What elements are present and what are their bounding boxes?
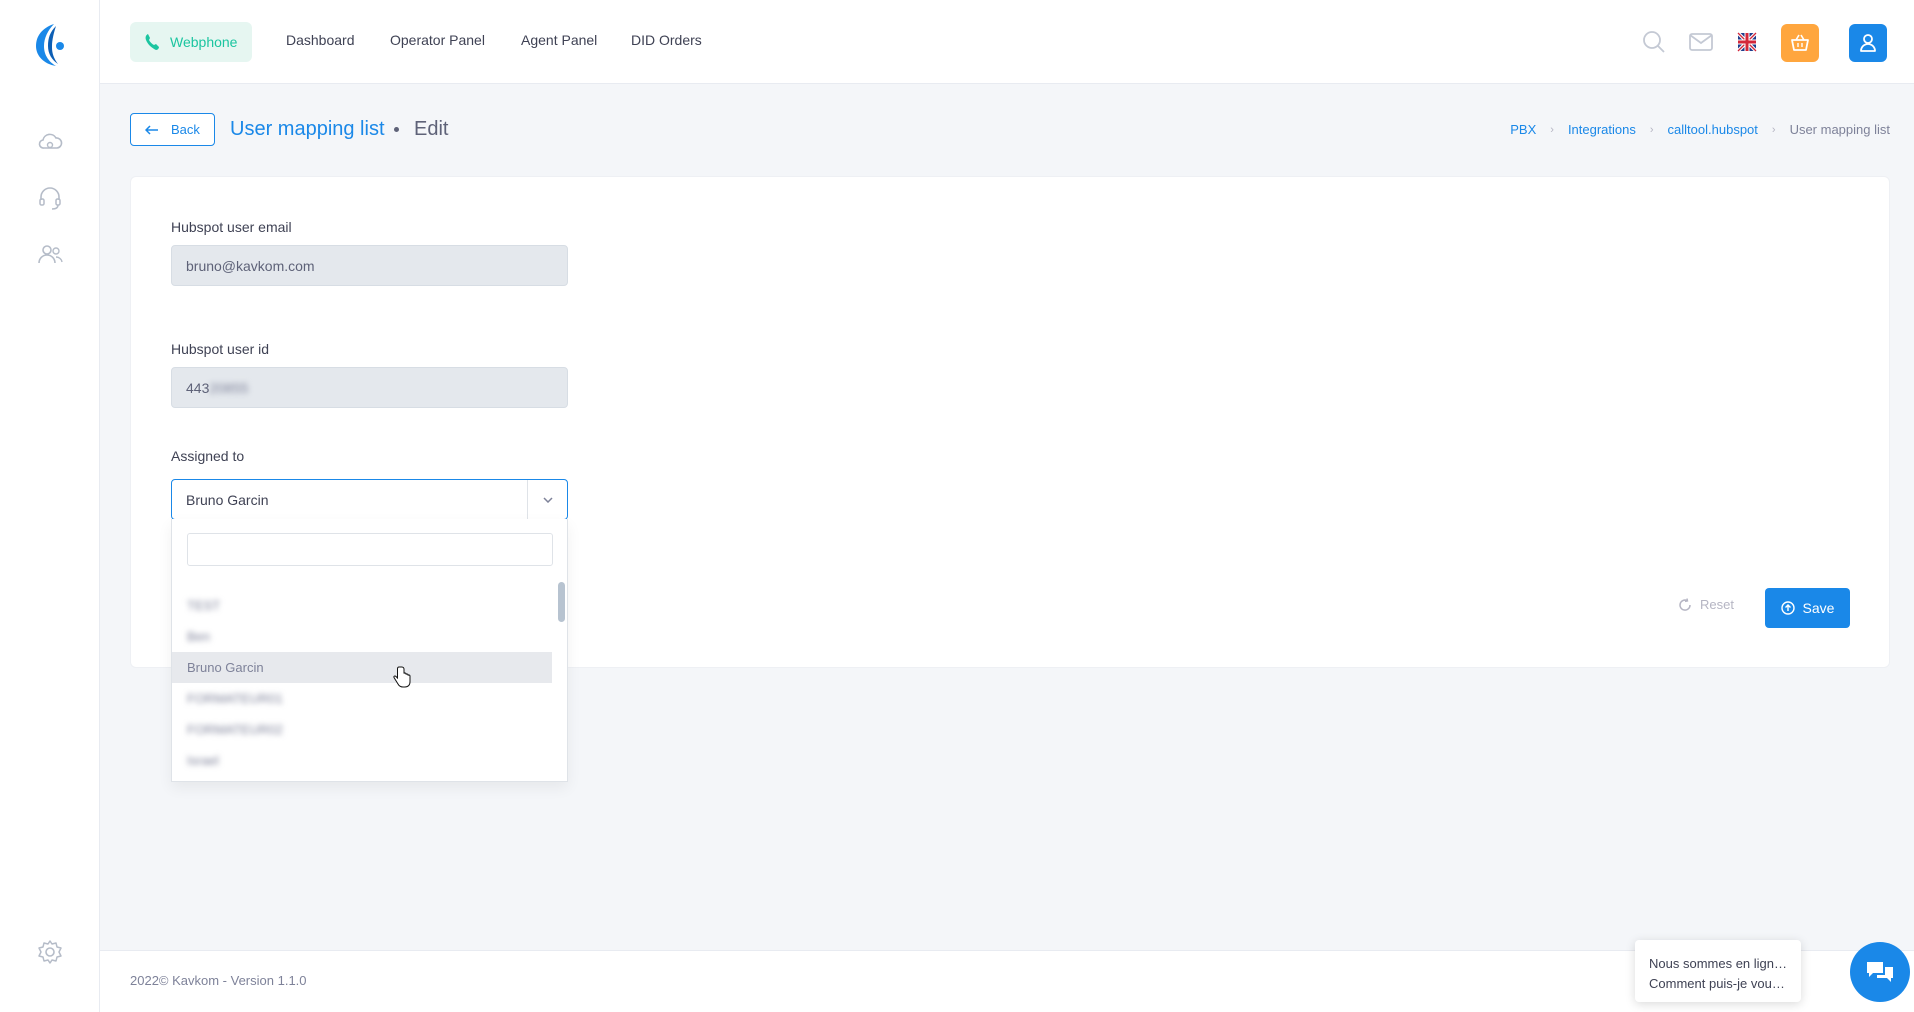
email-field[interactable]: bruno@kavkom.com xyxy=(171,245,568,286)
reset-button[interactable]: Reset xyxy=(1678,597,1734,612)
dropdown-option[interactable]: FORMATEUR01 xyxy=(172,683,560,714)
chevron-right-icon: › xyxy=(1771,123,1776,136)
email-value: bruno@kavkom.com xyxy=(186,257,315,274)
webphone-label: Webphone xyxy=(170,34,238,50)
chat-icon xyxy=(1867,962,1893,982)
save-label: Save xyxy=(1802,600,1835,616)
webphone-button[interactable]: Webphone xyxy=(130,22,252,62)
dropdown-option[interactable]: TEST xyxy=(172,590,560,621)
search-icon[interactable] xyxy=(1640,28,1668,56)
dropdown-search-input[interactable] xyxy=(187,533,553,566)
breadcrumb-integrations[interactable]: Integrations xyxy=(1568,122,1636,137)
dropdown-options: TEST Ben Bruno Garcin FORMATEUR01 FORMAT… xyxy=(172,590,560,776)
chevron-right-icon: › xyxy=(1649,123,1654,136)
userid-field[interactable]: 443 20855 xyxy=(171,367,568,408)
assigned-selected-value: Bruno Garcin xyxy=(186,491,269,508)
sidebar xyxy=(0,0,100,1012)
top-header: Webphone Dashboard Operator Panel Agent … xyxy=(100,0,1914,84)
nav-operator-panel[interactable]: Operator Panel xyxy=(390,32,485,48)
refresh-icon xyxy=(1679,597,1691,611)
chat-line-1: Nous sommes en ligne ! xyxy=(1649,956,1787,971)
settings-gear-icon[interactable] xyxy=(36,938,64,966)
nav-did-orders[interactable]: DID Orders xyxy=(631,32,702,48)
dropdown-option[interactable]: Israel xyxy=(172,745,560,776)
userid-label: Hubspot user id xyxy=(171,341,270,357)
dropdown-option[interactable]: Ben xyxy=(172,621,560,652)
chat-launcher-button[interactable] xyxy=(1850,942,1910,1002)
chat-line-2: Comment puis-je vous aider ? xyxy=(1649,976,1787,991)
uk-flag-icon[interactable] xyxy=(1733,28,1761,56)
breadcrumb: PBX › Integrations › calltool.hubspot › … xyxy=(1510,122,1890,137)
chevron-down-icon[interactable] xyxy=(527,480,567,519)
page-title: User mapping list xyxy=(230,118,385,140)
headset-icon[interactable] xyxy=(36,184,64,212)
users-icon[interactable] xyxy=(36,240,64,268)
userid-value-blurred: 20855 xyxy=(209,379,249,396)
assigned-select[interactable]: Bruno Garcin xyxy=(171,479,568,520)
mail-icon[interactable] xyxy=(1687,28,1715,56)
title-separator-dot xyxy=(394,127,399,132)
user-icon xyxy=(1860,34,1876,52)
cart-button[interactable] xyxy=(1781,24,1819,62)
dropdown-option-selected[interactable]: Bruno Garcin xyxy=(172,652,552,683)
chat-invite-bubble[interactable]: Nous sommes en ligne ! Comment puis-je v… xyxy=(1635,940,1801,1002)
phone-icon xyxy=(145,34,159,50)
breadcrumb-user-mapping-list: User mapping list xyxy=(1789,122,1890,137)
back-button[interactable]: Back xyxy=(130,113,215,146)
nav-agent-panel[interactable]: Agent Panel xyxy=(521,32,597,48)
user-profile-button[interactable] xyxy=(1849,24,1887,62)
assigned-dropdown: TEST Ben Bruno Garcin FORMATEUR01 FORMAT… xyxy=(171,519,568,782)
back-label: Back xyxy=(171,122,200,137)
hand-cursor-icon xyxy=(393,666,411,693)
kavkom-logo[interactable] xyxy=(32,22,68,68)
upload-circle-icon xyxy=(1780,601,1795,615)
breadcrumb-calltool-hubspot[interactable]: calltool.hubspot xyxy=(1668,122,1758,137)
reset-label: Reset xyxy=(1700,597,1734,612)
dropdown-option[interactable]: FORMATEUR02 xyxy=(172,714,560,745)
basket-icon xyxy=(1791,34,1809,51)
footer-copyright: 2022© Kavkom - Version 1.1.0 xyxy=(130,973,307,988)
cloud-icon[interactable] xyxy=(36,128,64,156)
email-label: Hubspot user email xyxy=(171,219,292,235)
breadcrumb-pbx[interactable]: PBX xyxy=(1510,122,1536,137)
arrow-left-icon xyxy=(145,124,158,135)
chevron-right-icon: › xyxy=(1550,123,1554,136)
page-subtitle: Edit xyxy=(414,118,449,140)
nav-dashboard[interactable]: Dashboard xyxy=(286,32,355,48)
save-button[interactable]: Save xyxy=(1765,588,1850,628)
dropdown-scrollbar[interactable] xyxy=(558,582,565,622)
assigned-label: Assigned to xyxy=(171,448,245,464)
userid-value: 443 xyxy=(186,379,210,396)
